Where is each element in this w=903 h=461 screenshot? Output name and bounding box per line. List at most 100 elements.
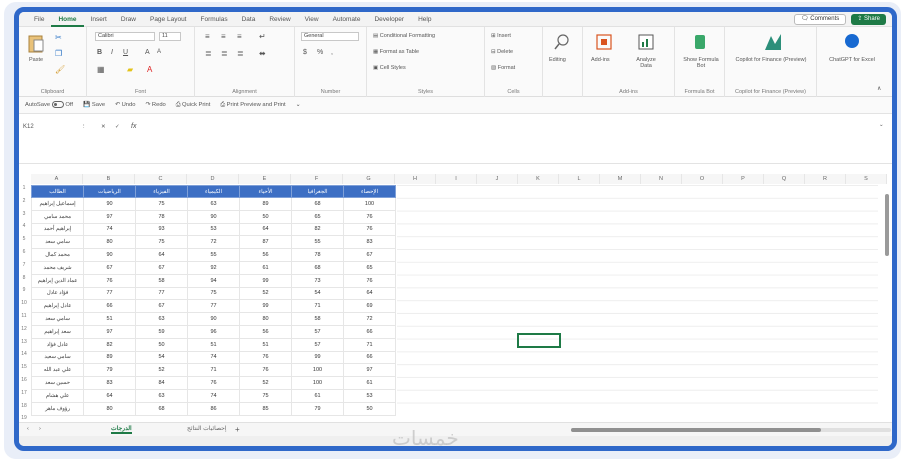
column-header[interactable]: J: [477, 174, 518, 184]
tab-home[interactable]: Home: [51, 12, 84, 27]
tab-draw[interactable]: Draw: [114, 12, 143, 27]
grade-cell[interactable]: 59: [135, 324, 188, 339]
student-name-cell[interactable]: سامي سعيد: [31, 350, 84, 365]
row-header[interactable]: 10: [19, 300, 29, 306]
chatgpt-icon[interactable]: [843, 32, 861, 50]
grade-cell[interactable]: 100: [343, 197, 396, 211]
align-bottom-icon[interactable]: ≡: [237, 32, 242, 41]
grade-cell[interactable]: 99: [239, 273, 292, 288]
grade-cell[interactable]: 85: [239, 401, 292, 416]
grade-cell[interactable]: 50: [135, 337, 188, 352]
grade-cell[interactable]: 76: [83, 273, 136, 288]
column-header[interactable]: A: [31, 174, 83, 184]
underline-button[interactable]: U: [123, 49, 128, 56]
row-header[interactable]: 19: [19, 415, 29, 421]
grade-cell[interactable]: 80: [239, 312, 292, 326]
grade-cell[interactable]: 76: [343, 222, 396, 237]
tab-data[interactable]: Data: [235, 12, 263, 27]
sheet-tab-stats[interactable]: إحصائيات النتائج: [187, 425, 227, 432]
tab-developer[interactable]: Developer: [367, 12, 411, 27]
grade-cell[interactable]: 64: [135, 248, 188, 262]
grade-cell[interactable]: 76: [187, 376, 240, 390]
tab-page-layout[interactable]: Page Layout: [143, 12, 194, 27]
grade-cell[interactable]: 53: [187, 222, 240, 237]
font-shrink-icon[interactable]: A: [157, 49, 161, 55]
grade-cell[interactable]: 67: [343, 248, 396, 262]
grade-cell[interactable]: 92: [187, 260, 240, 275]
student-name-cell[interactable]: علي هشام: [31, 388, 84, 403]
grade-cell[interactable]: 64: [239, 222, 292, 237]
grade-cell[interactable]: 76: [343, 209, 396, 224]
grade-cell[interactable]: 93: [135, 222, 188, 237]
align-top-icon[interactable]: ≡: [205, 32, 210, 41]
grade-cell[interactable]: 75: [135, 197, 188, 211]
student-name-cell[interactable]: سامي سعد: [31, 235, 84, 250]
number-format-select[interactable]: General: [301, 32, 359, 41]
column-header[interactable]: P: [723, 174, 764, 184]
delete-cells-button[interactable]: ⊟ Delete: [491, 49, 513, 55]
grade-cell[interactable]: 72: [343, 312, 396, 326]
grade-cell[interactable]: 71: [343, 337, 396, 352]
tab-file[interactable]: File: [27, 12, 51, 27]
column-header[interactable]: D: [187, 174, 239, 184]
sheet-tab-grades[interactable]: الدرجات: [111, 425, 132, 434]
grade-cell[interactable]: 61: [239, 260, 292, 275]
empty-grid-area[interactable]: [397, 185, 878, 415]
grade-cell[interactable]: 77: [187, 299, 240, 314]
row-header[interactable]: 15: [19, 364, 29, 370]
grade-cell[interactable]: 55: [187, 248, 240, 262]
grade-cell[interactable]: 58: [291, 312, 344, 326]
paste-icon[interactable]: [27, 33, 45, 53]
grade-cell[interactable]: 90: [187, 312, 240, 326]
student-name-cell[interactable]: سعد إبراهيم: [31, 324, 84, 339]
grade-cell[interactable]: 66: [343, 324, 396, 339]
grade-cell[interactable]: 75: [239, 388, 292, 403]
student-name-cell[interactable]: إسماعيل إبراهيم: [31, 197, 84, 211]
name-box-dropdown-icon[interactable]: ⋮: [81, 124, 87, 130]
grade-cell[interactable]: 52: [239, 376, 292, 390]
column-header[interactable]: Q: [764, 174, 805, 184]
grade-cell[interactable]: 63: [135, 388, 188, 403]
grade-cell[interactable]: 79: [291, 401, 344, 416]
grade-cell[interactable]: 61: [291, 388, 344, 403]
tab-help[interactable]: Help: [411, 12, 438, 27]
borders-icon[interactable]: ▦: [97, 65, 105, 74]
format-painter-icon[interactable]: 🖌: [55, 65, 65, 74]
analyze-data-icon[interactable]: [637, 33, 655, 51]
customize-qat-icon[interactable]: ⌄: [296, 102, 301, 108]
column-header[interactable]: C: [135, 174, 187, 184]
header-cell[interactable]: الجغرافيا: [291, 185, 344, 198]
student-name-cell[interactable]: علي عبد الله: [31, 363, 84, 378]
addins-icon[interactable]: [595, 33, 613, 51]
student-name-cell[interactable]: عادل إبراهيم: [31, 299, 84, 314]
grade-cell[interactable]: 68: [291, 197, 344, 211]
expand-formula-bar-icon[interactable]: ⌄: [879, 122, 884, 128]
grade-cell[interactable]: 63: [135, 312, 188, 326]
copilot-finance-icon[interactable]: [763, 32, 783, 52]
row-header[interactable]: 3: [19, 211, 29, 217]
row-header[interactable]: 8: [19, 275, 29, 281]
font-name-select[interactable]: Calibri: [95, 32, 155, 41]
horizontal-scroll-thumb[interactable]: [571, 428, 821, 432]
column-header[interactable]: E: [239, 174, 291, 184]
grade-cell[interactable]: 71: [187, 363, 240, 378]
row-header[interactable]: 7: [19, 262, 29, 268]
confirm-entry-icon[interactable]: ✓: [115, 124, 120, 130]
save-button[interactable]: 💾 Save: [83, 102, 105, 108]
row-header[interactable]: 14: [19, 351, 29, 357]
grade-cell[interactable]: 80: [83, 401, 136, 416]
fill-color-icon[interactable]: ▰: [127, 65, 133, 74]
column-header[interactable]: S: [846, 174, 887, 184]
grade-cell[interactable]: 54: [291, 286, 344, 301]
grade-cell[interactable]: 99: [239, 299, 292, 314]
grade-cell[interactable]: 76: [343, 273, 396, 288]
grade-cell[interactable]: 84: [135, 376, 188, 390]
grade-cell[interactable]: 75: [187, 286, 240, 301]
undo-button[interactable]: ↶ Undo: [115, 102, 135, 108]
grade-cell[interactable]: 77: [135, 286, 188, 301]
grade-cell[interactable]: 96: [187, 324, 240, 339]
grade-cell[interactable]: 68: [291, 260, 344, 275]
row-header[interactable]: 12: [19, 326, 29, 332]
grade-cell[interactable]: 76: [239, 363, 292, 378]
grade-cell[interactable]: 67: [135, 299, 188, 314]
